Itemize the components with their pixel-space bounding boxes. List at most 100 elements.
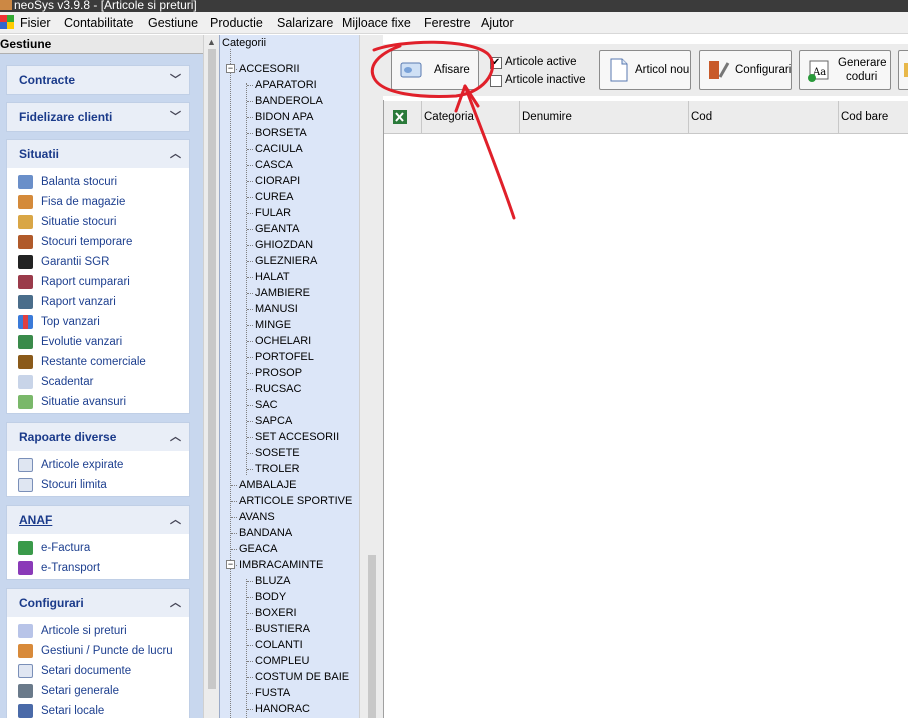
column-categoria[interactable]: Categoria bbox=[421, 101, 519, 134]
tree-node[interactable]: RUCSAC bbox=[255, 383, 301, 395]
tree-node[interactable]: CIORAPI bbox=[255, 175, 300, 187]
menu-mijloace-fixe[interactable]: Mijloace fixe bbox=[342, 16, 411, 30]
tree-node[interactable]: CACIULA bbox=[255, 143, 303, 155]
group-header-rapoarte-diverse[interactable]: Rapoarte diverse ︿ bbox=[7, 423, 189, 451]
tree-node[interactable]: PORTOFEL bbox=[255, 351, 314, 363]
sidebar-item-raport-cumparari[interactable]: Raport cumparari bbox=[7, 272, 189, 292]
sidebar-item-articole-si-preturi[interactable]: Articole si preturi bbox=[7, 621, 189, 641]
group-header-configurari[interactable]: Configurari ︿ bbox=[7, 589, 189, 617]
tree-node[interactable]: AVANS bbox=[239, 511, 275, 523]
tree-scrollbar[interactable] bbox=[359, 35, 383, 718]
sidebar-item-stocuri-temporare[interactable]: Stocuri temporare bbox=[7, 232, 189, 252]
tree-node[interactable]: SAC bbox=[255, 399, 278, 411]
tree-node[interactable]: AMBALAJE bbox=[239, 479, 296, 491]
sidebar-item-setari-locale[interactable]: Setari locale bbox=[7, 701, 189, 718]
sidebar-item-raport-vanzari[interactable]: Raport vanzari bbox=[7, 292, 189, 312]
tree-node[interactable]: ACCESORII bbox=[239, 63, 300, 75]
tree-node[interactable]: SAPCA bbox=[255, 415, 292, 427]
articole-inactive-checkbox[interactable] bbox=[490, 75, 502, 87]
tree-node[interactable]: CUREA bbox=[255, 191, 294, 203]
sidebar-item-fisa-de-magazie[interactable]: Fisa de magazie bbox=[7, 192, 189, 212]
menu-contabilitate[interactable]: Contabilitate bbox=[64, 16, 134, 30]
articol-nou-button[interactable]: Articol nou bbox=[599, 50, 691, 90]
menu-ferestre[interactable]: Ferestre bbox=[424, 16, 471, 30]
sidebar-item-stocuri-limita[interactable]: Stocuri limita bbox=[7, 475, 189, 495]
sidebar-item-articole-expirate[interactable]: Articole expirate bbox=[7, 455, 189, 475]
sidebar-item-e-transport[interactable]: e-Transport bbox=[7, 558, 189, 578]
tree-node[interactable]: FULAR bbox=[255, 207, 291, 219]
sidebar-item-balanta-stocuri[interactable]: Balanta stocuri bbox=[7, 172, 189, 192]
tree-node[interactable]: BUSTIERA bbox=[255, 623, 310, 635]
sidebar-item-top-vanzari[interactable]: Top vanzari bbox=[7, 312, 189, 332]
afisare-button[interactable]: Afisare bbox=[391, 50, 479, 90]
sidebar-item-setari-documente[interactable]: Setari documente bbox=[7, 661, 189, 681]
tree-node[interactable]: BANDEROLA bbox=[255, 95, 323, 107]
item-label: Raport cumparari bbox=[41, 276, 130, 288]
tree-node[interactable]: BIDON APA bbox=[255, 111, 313, 123]
configurari-button[interactable]: Configurari bbox=[699, 50, 792, 90]
tree-node[interactable]: BLUZA bbox=[255, 575, 290, 587]
tree-node[interactable]: HANORAC bbox=[255, 703, 310, 715]
tree-node[interactable]: COSTUM DE BAIE bbox=[255, 671, 349, 683]
export-excel-icon[interactable] bbox=[384, 101, 421, 134]
sidebar-item-gestiuni[interactable]: Gestiuni / Puncte de lucru bbox=[7, 641, 189, 661]
column-cod[interactable]: Cod bbox=[688, 101, 838, 134]
tree-node[interactable]: APARATORI bbox=[255, 79, 317, 91]
tree-node[interactable]: IMBRACAMINTE bbox=[239, 559, 323, 571]
tree-node[interactable]: GHIOZDAN bbox=[255, 239, 313, 251]
sidebar-item-situatie-stocuri[interactable]: Situatie stocuri bbox=[7, 212, 189, 232]
group-header-contracte[interactable]: Contracte ﹀ bbox=[7, 66, 189, 94]
collapse-toggle-icon[interactable]: − bbox=[226, 560, 235, 569]
tree-node[interactable]: JAMBIERE bbox=[255, 287, 310, 299]
sidebar-item-restante-comerciale[interactable]: Restante comerciale bbox=[7, 352, 189, 372]
tree-node[interactable]: BORSETA bbox=[255, 127, 307, 139]
group-header-fidelizare[interactable]: Fidelizare clienti ﹀ bbox=[7, 103, 189, 131]
scroll-up-icon[interactable]: ▲ bbox=[207, 37, 216, 47]
group-header-anaf[interactable]: ANAF ︿ bbox=[7, 506, 189, 534]
tree-node[interactable]: FUSTA bbox=[255, 687, 290, 699]
tree-node[interactable]: BODY bbox=[255, 591, 286, 603]
group-rapoarte-diverse: Rapoarte diverse ︿ Articole expirate Sto… bbox=[6, 422, 190, 497]
tree-line bbox=[247, 181, 253, 182]
group-header-situatii[interactable]: Situatii ︿ bbox=[7, 140, 189, 168]
tree-line bbox=[247, 117, 253, 118]
tree-node[interactable]: MANUSI bbox=[255, 303, 298, 315]
tree-node[interactable]: OCHELARI bbox=[255, 335, 311, 347]
sidebar-item-evolutie-vanzari[interactable]: Evolutie vanzari bbox=[7, 332, 189, 352]
menu-gestiune[interactable]: Gestiune bbox=[148, 16, 198, 30]
sidebar-item-scadentar[interactable]: Scadentar bbox=[7, 372, 189, 392]
menu-salarizare[interactable]: Salarizare bbox=[277, 16, 333, 30]
menu-fisier[interactable]: Fisier bbox=[20, 16, 51, 30]
tree-node[interactable]: SET ACCESORII bbox=[255, 431, 339, 443]
tree-node[interactable]: COLANTI bbox=[255, 639, 303, 651]
scrollbar-thumb[interactable] bbox=[208, 49, 216, 689]
tree-node[interactable]: TROLER bbox=[255, 463, 300, 475]
menu-ajutor[interactable]: Ajutor bbox=[481, 16, 514, 30]
tree-node[interactable]: PROSOP bbox=[255, 367, 302, 379]
generare-label: Generare bbox=[838, 57, 887, 69]
tree-node[interactable]: COMPLEU bbox=[255, 655, 309, 667]
column-denumire[interactable]: Denumire bbox=[519, 101, 688, 134]
menu-productie[interactable]: Productie bbox=[210, 16, 263, 30]
tree-node[interactable]: ARTICOLE SPORTIVE bbox=[239, 495, 352, 507]
tree-node[interactable]: BOXERI bbox=[255, 607, 297, 619]
generare-coduri-button[interactable]: Aa Generare coduri bbox=[799, 50, 891, 90]
tree-node[interactable]: GEANTA bbox=[255, 223, 299, 235]
tree-node[interactable]: GEACA bbox=[239, 543, 278, 555]
sidebar-item-garantii-sgr[interactable]: Garantii SGR bbox=[7, 252, 189, 272]
sidebar-item-e-factura[interactable]: e-Factura bbox=[7, 538, 189, 558]
sidebar-scrollbar[interactable]: ▲ bbox=[203, 35, 219, 718]
sidebar-item-situatie-avansuri[interactable]: Situatie avansuri bbox=[7, 392, 189, 412]
tree-node[interactable]: HALAT bbox=[255, 271, 290, 283]
sidebar-item-setari-generale[interactable]: Setari generale bbox=[7, 681, 189, 701]
tree-node[interactable]: BANDANA bbox=[239, 527, 292, 539]
articole-active-checkbox[interactable]: ✔ bbox=[490, 57, 502, 69]
tree-node[interactable]: CASCA bbox=[255, 159, 293, 171]
collapse-toggle-icon[interactable]: − bbox=[226, 64, 235, 73]
tree-node[interactable]: GLEZNIERA bbox=[255, 255, 317, 267]
tree-node[interactable]: SOSETE bbox=[255, 447, 300, 459]
tree-node[interactable]: MINGE bbox=[255, 319, 291, 331]
toolbar-overflow-button[interactable] bbox=[898, 50, 908, 90]
column-cod-bare[interactable]: Cod bare bbox=[838, 101, 908, 134]
scrollbar-thumb[interactable] bbox=[368, 555, 376, 718]
